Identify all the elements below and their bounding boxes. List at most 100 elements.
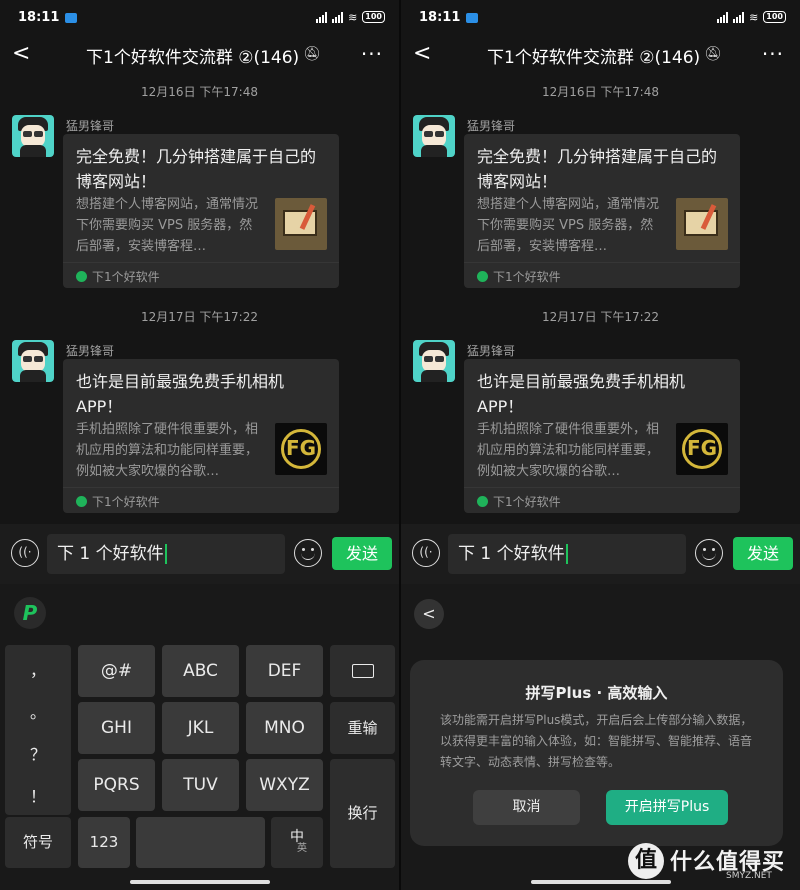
avatar[interactable] xyxy=(12,340,54,382)
voice-input-icon[interactable]: ((· xyxy=(11,539,39,567)
card-description: 手机拍照除了硬件很重要外，相机应用的算法和功能同样重要，例如被大家吹爆的谷歌… xyxy=(477,422,660,479)
key-exclamation[interactable]: ！ xyxy=(5,783,71,807)
chat-header: < 下1个好软件交流群 ②(146) 🔕︎ ··· xyxy=(0,34,399,74)
card-divider xyxy=(464,487,740,488)
bell-muted-icon: 🔕︎ xyxy=(303,46,321,62)
status-time: 18:11 xyxy=(419,9,461,25)
key-period[interactable]: 。 xyxy=(5,699,71,723)
send-button[interactable]: 发送 xyxy=(332,537,392,570)
message-timestamp: 12月16日 下午17:48 xyxy=(141,85,258,99)
voice-input-icon[interactable]: ((· xyxy=(412,539,440,567)
punctuation-column: ， 。 ？ ！ xyxy=(5,645,71,815)
cancel-button[interactable]: 取消 xyxy=(473,790,580,825)
message-input-text: 下 1 个好软件 xyxy=(57,544,164,564)
card-title: 完全免费！几分钟搭建属于自己的博客网站！ xyxy=(477,147,718,191)
notification-icon xyxy=(466,12,479,23)
key-question[interactable]: ？ xyxy=(5,741,71,765)
key-def[interactable]: DEF xyxy=(246,645,323,697)
message-input-text: 下 1 个好软件 xyxy=(458,544,565,564)
keyboard-area: < 拼写Plus · 高效输入 该功能需开启拼写Plus模式，开启后会上传部分输… xyxy=(401,584,800,890)
more-options-icon[interactable]: ··· xyxy=(762,42,784,66)
card-description: 手机拍照除了硬件很重要外，相机应用的算法和功能同样重要，例如被大家吹爆的谷歌… xyxy=(76,422,259,479)
back-arrow-icon[interactable]: < xyxy=(413,40,437,68)
thumbnail-letters: FG xyxy=(686,436,718,460)
signal-icon xyxy=(316,11,328,23)
card-source-label: 下1个好软件 xyxy=(92,270,160,284)
sender-name: 猛男锋哥 xyxy=(467,119,516,133)
emoji-icon[interactable] xyxy=(294,539,322,567)
card-thumbnail: FG xyxy=(275,423,327,475)
send-button[interactable]: 发送 xyxy=(733,537,793,570)
keyboard: P ， 。 ？ ！ @# ABC DEF GHI JKL MNO 重输 PQRS… xyxy=(0,584,399,890)
key-jkl[interactable]: JKL xyxy=(162,702,239,754)
sender-name: 猛男锋哥 xyxy=(66,344,115,358)
sender-name: 猛男锋哥 xyxy=(66,119,115,133)
backspace-key[interactable] xyxy=(330,645,395,697)
card-thumbnail xyxy=(676,198,728,250)
text-caret xyxy=(164,544,167,564)
left-screen: 18:11 ≋ 100 < 下1个好软件交流群 ②(146) 🔕︎ ··· 12… xyxy=(0,0,399,890)
dialog-back-icon[interactable]: < xyxy=(414,599,444,629)
keyboard-logo-icon[interactable]: P xyxy=(14,597,46,629)
card-description: 想搭建个人博客网站，通常情况下你需要购买 VPS 服务器，然后部署，安装博客程… xyxy=(477,197,660,254)
battery-icon: 100 xyxy=(763,11,786,23)
message-timestamp: 12月17日 下午17:22 xyxy=(542,310,659,324)
reenter-key[interactable]: 重输 xyxy=(330,702,395,754)
signal-icon xyxy=(332,11,344,23)
back-arrow-icon[interactable]: < xyxy=(12,40,36,68)
link-card[interactable]: 也许是目前最强免费手机相机APP！ 手机拍照除了硬件很重要外，相机应用的算法和功… xyxy=(464,359,740,513)
watermark: 值 什么值得买 SMYZ.NET xyxy=(628,841,798,885)
sender-name: 猛男锋哥 xyxy=(467,344,516,358)
message-input-bar: ((· 下 1 个好软件 发送 xyxy=(401,524,800,584)
key-pqrs[interactable]: PQRS xyxy=(78,759,155,811)
plus-mode-dialog: 拼写Plus · 高效输入 该功能需开启拼写Plus模式，开启后会上传部分输入数… xyxy=(410,660,783,846)
message-input-bar: ((· 下 1 个好软件 发送 xyxy=(0,524,399,584)
emoji-icon[interactable] xyxy=(695,539,723,567)
card-source: 下1个好软件 xyxy=(477,268,561,285)
chat-title: 下1个好软件交流群 ②(146) xyxy=(86,48,300,68)
dialog-body: 该功能需开启拼写Plus模式，开启后会上传部分输入数据，以获得更丰富的输入体验，… xyxy=(440,713,753,769)
link-card[interactable]: 完全免费！几分钟搭建属于自己的博客网站！ 想搭建个人博客网站，通常情况下你需要购… xyxy=(464,134,740,288)
card-source: 下1个好软件 xyxy=(76,493,160,510)
chat-title: 下1个好软件交流群 ②(146) xyxy=(487,48,701,68)
card-source-label: 下1个好软件 xyxy=(493,495,561,509)
key-comma[interactable]: ， xyxy=(5,657,71,681)
enable-plus-button[interactable]: 开启拼写Plus xyxy=(606,790,728,825)
status-bar: 18:11 ≋ 100 xyxy=(0,0,399,34)
source-app-icon xyxy=(76,496,87,507)
numbers-key[interactable]: 123 xyxy=(78,817,130,868)
key-wxyz[interactable]: WXYZ xyxy=(246,759,323,811)
key-abc[interactable]: ABC xyxy=(162,645,239,697)
symbols-key[interactable]: 符号 xyxy=(5,817,71,868)
language-switch-key[interactable]: 中英 xyxy=(271,817,323,868)
card-source-label: 下1个好软件 xyxy=(493,270,561,284)
message-input[interactable]: 下 1 个好软件 xyxy=(47,534,285,574)
source-app-icon xyxy=(477,271,488,282)
home-indicator[interactable] xyxy=(130,880,270,884)
newline-key[interactable]: 换行 xyxy=(330,759,395,868)
link-card[interactable]: 也许是目前最强免费手机相机APP！ 手机拍照除了硬件很重要外，相机应用的算法和功… xyxy=(63,359,339,513)
key-ghi[interactable]: GHI xyxy=(78,702,155,754)
source-app-icon xyxy=(76,271,87,282)
card-divider xyxy=(63,262,339,263)
message-input[interactable]: 下 1 个好软件 xyxy=(448,534,686,574)
right-screen: 18:11 ≋ 100 < 下1个好软件交流群 ②(146) 🔕︎ ··· 12… xyxy=(401,0,800,890)
bell-muted-icon: 🔕︎ xyxy=(704,46,722,62)
space-key[interactable] xyxy=(136,817,265,868)
key-tuv[interactable]: TUV xyxy=(162,759,239,811)
avatar[interactable] xyxy=(12,115,54,157)
link-card[interactable]: 完全免费！几分钟搭建属于自己的博客网站！ 想搭建个人博客网站，通常情况下你需要购… xyxy=(63,134,339,288)
card-description: 想搭建个人博客网站，通常情况下你需要购买 VPS 服务器，然后部署，安装博客程… xyxy=(76,197,259,254)
card-thumbnail: FG xyxy=(676,423,728,475)
card-source-label: 下1个好软件 xyxy=(92,495,160,509)
avatar[interactable] xyxy=(413,115,455,157)
dialog-title: 拼写Plus · 高效输入 xyxy=(525,684,668,702)
wifi-icon: ≋ xyxy=(749,10,759,24)
more-options-icon[interactable]: ··· xyxy=(361,42,383,66)
key-mno[interactable]: MNO xyxy=(246,702,323,754)
card-title: 完全免费！几分钟搭建属于自己的博客网站！ xyxy=(76,147,317,191)
status-time: 18:11 xyxy=(18,9,60,25)
avatar[interactable] xyxy=(413,340,455,382)
key-symbols-at[interactable]: @# xyxy=(78,645,155,697)
backspace-icon xyxy=(351,664,374,678)
